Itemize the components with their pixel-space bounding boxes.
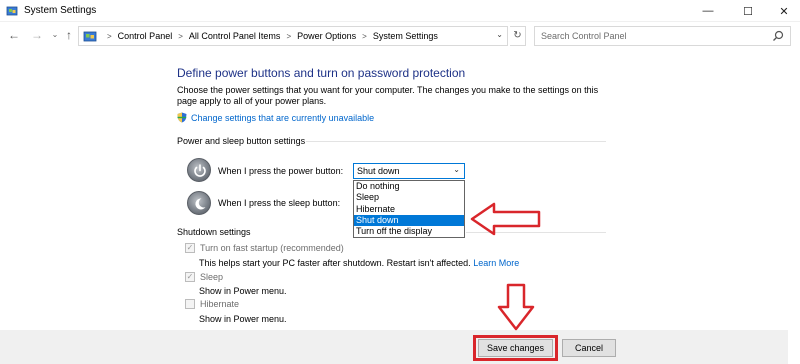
- minimize-button[interactable]: —: [690, 0, 726, 22]
- annotation-arrow-down-icon: [497, 283, 535, 331]
- power-action-dropdown-list[interactable]: Do nothing Sleep Hibernate Shut down Tur…: [353, 180, 465, 239]
- up-arrow-icon[interactable]: ↑: [62, 27, 76, 43]
- power-button-action-select[interactable]: Shut down ⌄: [353, 163, 465, 179]
- chevron-right-icon: >: [107, 31, 112, 41]
- uac-shield-icon: [177, 112, 187, 123]
- fast-startup-description: This helps start your PC faster after sh…: [199, 258, 519, 268]
- change-settings-link[interactable]: Change settings that are currently unava…: [191, 113, 374, 123]
- address-dropdown-chevron-icon[interactable]: ⌄: [496, 30, 503, 39]
- page-description: Choose the power settings that you want …: [177, 85, 599, 106]
- learn-more-link[interactable]: Learn More: [473, 258, 519, 268]
- sleep-checkbox[interactable]: ✓: [185, 272, 195, 282]
- change-settings-link-row[interactable]: Change settings that are currently unava…: [177, 112, 374, 123]
- sleep-button-label: When I press the sleep button:: [218, 198, 341, 208]
- close-button[interactable]: ✕: [766, 0, 800, 22]
- shutdown-group-label: Shutdown settings: [177, 227, 251, 237]
- group-divider: [306, 141, 606, 142]
- sleep-button-icon: [187, 191, 211, 215]
- recent-locations-chevron-icon[interactable]: ⌄: [48, 27, 62, 43]
- control-panel-icon: [83, 31, 97, 42]
- chevron-right-icon: >: [362, 31, 367, 41]
- address-bar[interactable]: > Control Panel > All Control Panel Item…: [78, 26, 508, 46]
- scrollbar[interactable]: [788, 50, 800, 364]
- chevron-right-icon: >: [178, 31, 183, 41]
- chevron-right-icon: >: [286, 31, 292, 41]
- power-symbol-icon: [194, 164, 206, 177]
- fast-startup-label: Turn on fast startup (recommended): [200, 243, 344, 253]
- fast-startup-checkbox[interactable]: ✓: [185, 243, 195, 253]
- chevron-down-icon: ⌄: [453, 165, 460, 174]
- moon-icon: [195, 198, 206, 210]
- window-title: System Settings: [24, 5, 97, 16]
- dropdown-option[interactable]: Sleep: [354, 192, 464, 203]
- power-button-icon: [187, 158, 211, 182]
- title-bar: System Settings — ☐ ✕: [0, 0, 800, 22]
- breadcrumb-system-settings[interactable]: System Settings: [373, 31, 438, 41]
- breadcrumb-all-items[interactable]: All Control Panel Items: [189, 31, 281, 41]
- annotation-arrow-left-icon: [470, 202, 541, 236]
- navigation-bar: ← → ⌄ ↑ > Control Panel > All Control Pa…: [0, 24, 800, 48]
- sleep-description: Show in Power menu.: [199, 286, 287, 296]
- hibernate-label: Hibernate: [200, 299, 240, 309]
- search-icon: [773, 30, 784, 41]
- dropdown-option[interactable]: Do nothing: [354, 181, 464, 192]
- dropdown-option[interactable]: Hibernate: [354, 204, 464, 215]
- footer-bar: [0, 330, 800, 364]
- hibernate-checkbox[interactable]: [185, 299, 195, 309]
- search-placeholder: Search Control Panel: [541, 31, 627, 41]
- dropdown-option-selected[interactable]: Shut down: [354, 214, 464, 226]
- power-button-label: When I press the power button:: [218, 166, 344, 176]
- dropdown-option[interactable]: Turn off the display: [354, 226, 464, 237]
- fast-startup-row[interactable]: ✓ Turn on fast startup (recommended): [185, 243, 344, 253]
- save-changes-button[interactable]: Save changes: [478, 339, 553, 357]
- fast-startup-desc-text: This helps start your PC faster after sh…: [199, 258, 471, 268]
- maximize-button[interactable]: ☐: [730, 0, 766, 22]
- forward-arrow-icon[interactable]: →: [30, 27, 44, 43]
- breadcrumb-power-options[interactable]: Power Options: [297, 31, 356, 41]
- refresh-icon[interactable]: ↻: [510, 26, 526, 46]
- sleep-label: Sleep: [200, 272, 224, 282]
- hibernate-description: Show in Power menu.: [199, 314, 287, 324]
- breadcrumb-control-panel[interactable]: Control Panel: [118, 31, 173, 41]
- sleep-row[interactable]: ✓ Sleep: [185, 272, 223, 282]
- power-sleep-group-label: Power and sleep button settings: [177, 136, 306, 146]
- back-arrow-icon[interactable]: ←: [7, 27, 21, 43]
- hibernate-row[interactable]: Hibernate: [185, 299, 239, 309]
- control-panel-icon: [6, 6, 18, 16]
- search-input[interactable]: Search Control Panel: [534, 26, 791, 46]
- page-title: Define power buttons and turn on passwor…: [177, 66, 466, 80]
- power-button-action-value: Shut down: [357, 166, 400, 176]
- cancel-button[interactable]: Cancel: [562, 339, 616, 357]
